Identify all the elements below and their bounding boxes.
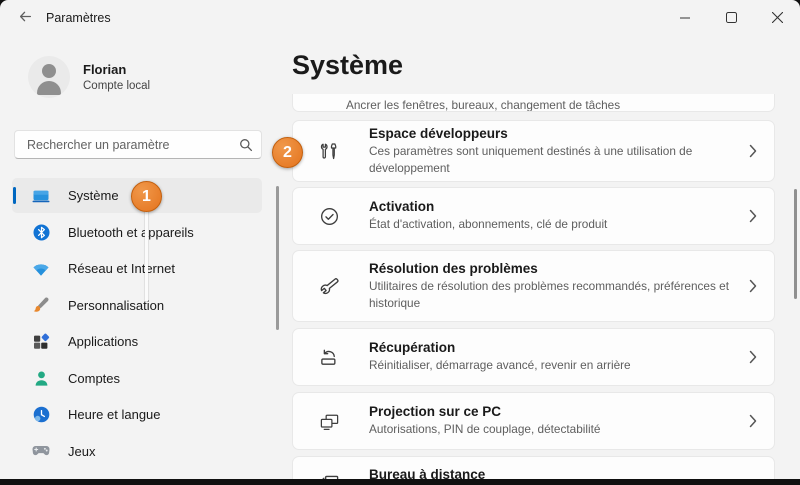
settings-scroll-area: Ancrer les fenêtres, bureaux, changement… xyxy=(292,94,775,479)
sidebar-item-label: Bluetooth et appareils xyxy=(68,224,194,240)
desktop-background: Paramètres Florian Compte local Recherch… xyxy=(0,0,800,485)
chevron-right-icon xyxy=(746,279,760,293)
sidebar-item-bluetooth[interactable]: Bluetooth et appareils xyxy=(12,215,262,250)
sidebar-item-label: Jeux xyxy=(68,443,96,459)
card-subtitle: État d'activation, abonnements, clé de p… xyxy=(369,217,608,232)
card-title: Récupération xyxy=(369,340,456,356)
search-icon xyxy=(237,138,261,152)
card-title: Résolution des problèmes xyxy=(369,260,538,276)
card-subtitle: Autorisations, PIN de couplage, détectab… xyxy=(369,422,601,437)
apps-grid-icon xyxy=(32,333,50,351)
caption-buttons xyxy=(662,0,800,36)
back-arrow-icon xyxy=(18,9,33,27)
settings-window: Paramètres Florian Compte local Recherch… xyxy=(0,0,800,479)
chevron-right-icon xyxy=(746,144,760,158)
sidebar-item-label: Réseau et Internet xyxy=(68,261,175,276)
settings-card-bureau-distance[interactable]: Bureau à distance xyxy=(292,456,775,479)
sidebar-item-heure-langue[interactable]: Heure et langue xyxy=(12,397,262,432)
paintbrush-icon xyxy=(32,296,50,314)
card-subtitle: Utilitaires de résolution des problèmes … xyxy=(369,278,729,310)
system-laptop-icon xyxy=(32,187,50,205)
annotation-step-2: 2 xyxy=(272,137,303,168)
search-input[interactable] xyxy=(15,137,237,152)
sidebar-item-label: Applications xyxy=(68,334,139,349)
card-title: Espace développeurs xyxy=(369,125,508,141)
card-subtitle: Réinitialiser, démarrage avancé, revenir… xyxy=(369,358,631,373)
sidebar-item-jeux[interactable]: Jeux xyxy=(12,434,262,469)
user-account-row[interactable]: Florian Compte local xyxy=(28,56,150,98)
search-box[interactable] xyxy=(14,130,262,159)
chevron-right-icon xyxy=(746,414,760,428)
back-button[interactable] xyxy=(10,6,40,30)
sidebar-item-label: Système xyxy=(68,188,119,203)
main-content: Système Ancrer les fenêtres, bureaux, ch… xyxy=(283,36,800,479)
person-icon xyxy=(32,369,50,387)
selected-accent-bar xyxy=(13,187,16,204)
annotation-stem-line xyxy=(145,211,148,301)
wifi-icon xyxy=(32,260,50,278)
sidebar-nav: Système Bluetooth et appareils Réseau et… xyxy=(12,178,262,470)
sidebar: Florian Compte local Système xyxy=(0,36,283,479)
window-title: Paramètres xyxy=(46,11,111,25)
bluetooth-icon xyxy=(32,223,50,241)
sidebar-item-comptes[interactable]: Comptes xyxy=(12,361,262,396)
sidebar-scrollbar[interactable] xyxy=(276,186,279,330)
chevron-right-icon xyxy=(746,209,760,223)
clock-globe-icon xyxy=(32,406,50,424)
gamepad-icon xyxy=(32,442,50,460)
maximize-icon xyxy=(725,11,737,26)
annotation-step-1: 1 xyxy=(131,181,162,212)
minimize-button[interactable] xyxy=(662,0,708,36)
settings-card-espace-developpeurs[interactable]: Espace développeurs Ces paramètres sont … xyxy=(292,120,775,182)
wrench-icon xyxy=(317,274,341,298)
titlebar: Paramètres xyxy=(0,0,800,36)
account-type: Compte local xyxy=(83,80,151,92)
sidebar-item-applications[interactable]: Applications xyxy=(12,324,262,359)
card-title: Activation xyxy=(369,199,435,215)
close-button[interactable] xyxy=(754,0,800,36)
dual-screens-icon xyxy=(317,409,341,433)
recovery-arrow-icon xyxy=(317,345,341,369)
dev-tools-icon xyxy=(317,139,341,163)
settings-card-recuperation[interactable]: Récupération Réinitialiser, démarrage av… xyxy=(292,328,775,386)
settings-card-resolution-problemes[interactable]: Résolution des problèmes Utilitaires de … xyxy=(292,250,775,322)
user-name: Florian xyxy=(83,62,127,77)
card-title: Projection sur ce PC xyxy=(369,404,502,420)
sidebar-item-label: Heure et langue xyxy=(68,407,161,422)
chevron-right-icon xyxy=(746,350,760,364)
card-subtitle: Ancrer les fenêtres, bureaux, changement… xyxy=(346,98,621,112)
settings-card-projection[interactable]: Projection sur ce PC Autorisations, PIN … xyxy=(292,392,775,450)
settings-card-activation[interactable]: Activation État d'activation, abonnement… xyxy=(292,187,775,245)
minimize-icon xyxy=(680,11,690,26)
sidebar-item-label: Comptes xyxy=(68,370,121,386)
settings-card-multitache-partial[interactable]: Ancrer les fenêtres, bureaux, changement… xyxy=(292,94,775,112)
sidebar-item-reseau[interactable]: Réseau et Internet xyxy=(12,251,262,286)
main-scrollbar[interactable] xyxy=(794,189,797,299)
page-title: Système xyxy=(292,50,404,80)
card-title: Bureau à distance xyxy=(369,467,486,479)
sidebar-item-label: Personnalisation xyxy=(68,297,165,313)
close-icon xyxy=(771,11,783,26)
check-badge-icon xyxy=(317,204,341,228)
avatar xyxy=(28,56,70,98)
card-subtitle: Ces paramètres sont uniquement destinés … xyxy=(369,143,693,175)
maximize-button[interactable] xyxy=(708,0,754,36)
sidebar-item-personnalisation[interactable]: Personnalisation xyxy=(12,288,262,323)
remote-desktop-icon xyxy=(317,467,341,479)
